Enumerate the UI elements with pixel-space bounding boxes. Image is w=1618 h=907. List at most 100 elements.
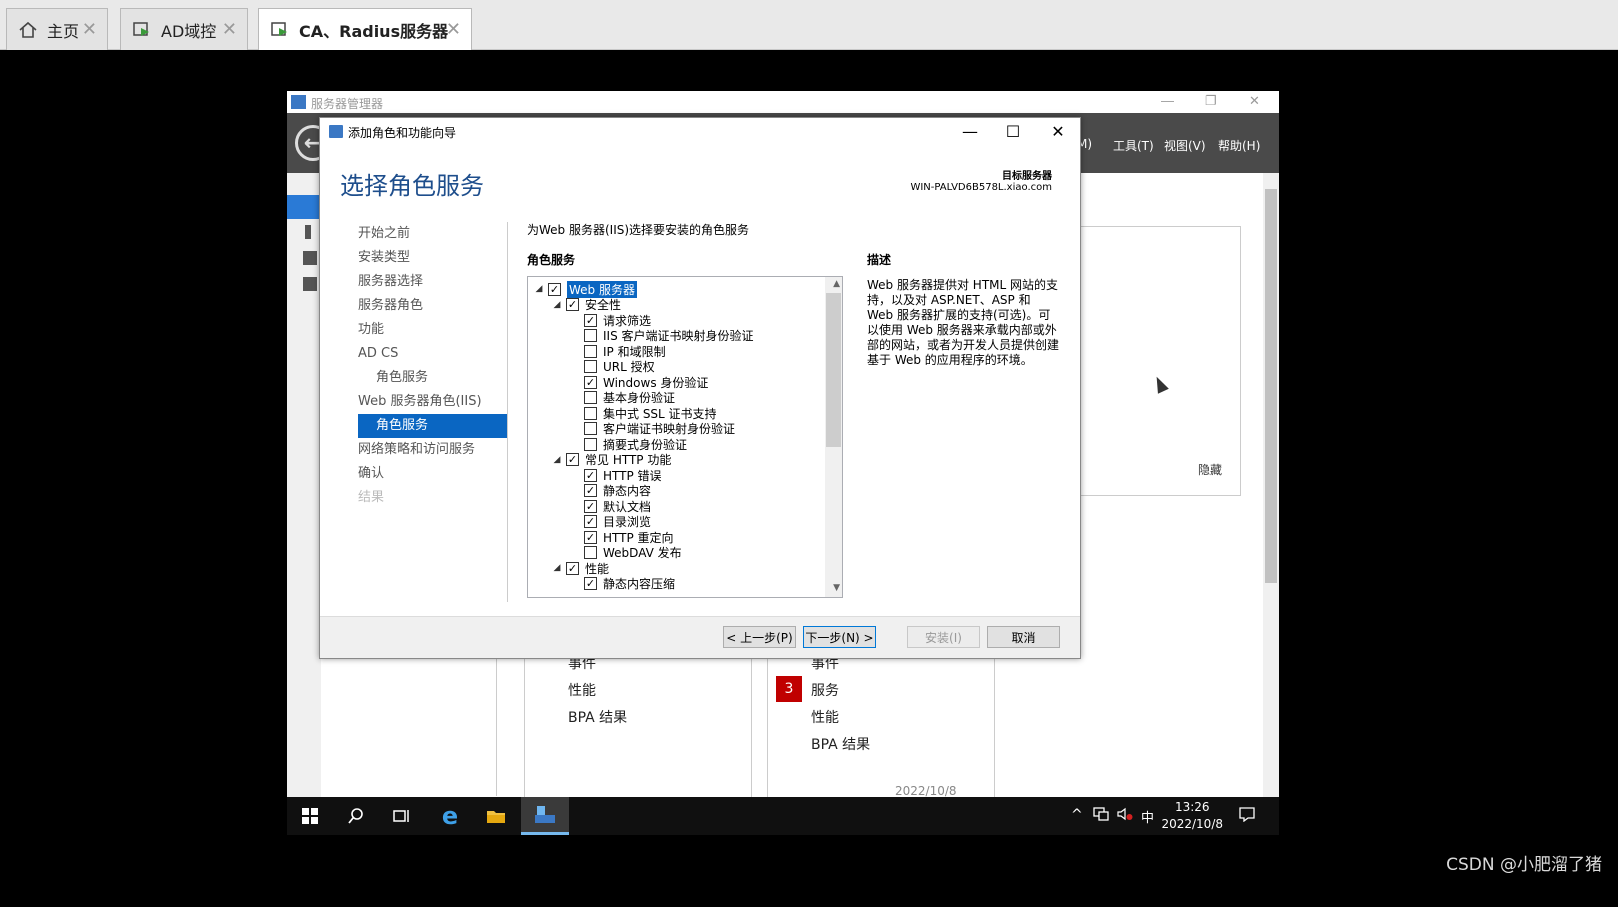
internet-explorer-icon[interactable]: e [427, 797, 473, 835]
tree-item[interactable]: ✓ 默认文档 [570, 498, 651, 514]
minimize-icon[interactable]: — [1161, 93, 1174, 108]
volume-muted-icon[interactable] [1117, 807, 1133, 825]
host-tab-home[interactable]: 主页 ✕ [6, 8, 108, 50]
checkbox[interactable]: ✓ [584, 468, 597, 482]
menu-view[interactable]: 视图(V) [1164, 137, 1206, 154]
tree-item[interactable]: 集中式 SSL 证书支持 [570, 405, 717, 421]
tile-item[interactable]: BPA 结果 [811, 734, 870, 754]
taskbar-clock[interactable]: 13:26 2022/10/8 [1161, 799, 1223, 833]
checkbox[interactable] [584, 391, 597, 404]
wizard-step[interactable]: 服务器角色 [358, 294, 508, 318]
server-manager-taskbar-icon[interactable] [521, 797, 569, 835]
host-tab-ca-radius[interactable]: CA、Radius服务器 ✕ [258, 8, 472, 50]
close-icon[interactable]: ✕ [446, 19, 461, 40]
maximize-icon[interactable]: ☐ [1003, 122, 1023, 142]
tree-item[interactable]: 基本身份验证 [570, 390, 675, 406]
checkbox[interactable]: ✓ [584, 484, 597, 497]
wizard-step[interactable]: 安装类型 [358, 246, 508, 270]
tree-item[interactable]: ✓ 静态内容压缩 [570, 576, 675, 592]
close-icon[interactable]: ✕ [1048, 122, 1068, 142]
network-icon[interactable] [1093, 807, 1109, 825]
expand-arrow-icon[interactable]: ◢ [552, 455, 562, 465]
info-icon[interactable] [305, 225, 311, 239]
tree-item[interactable]: IIS 客户端证书映射身份验证 [570, 328, 754, 344]
checkbox[interactable]: ✓ [548, 282, 561, 296]
tree-item[interactable]: IP 和域限制 [570, 343, 666, 359]
wizard-step[interactable]: 确认 [358, 462, 508, 486]
checkbox[interactable] [584, 360, 597, 373]
tree-item[interactable]: 摘要式身份验证 [570, 436, 687, 452]
wizard-step[interactable]: 角色服务 [358, 366, 508, 390]
cancel-button[interactable]: 取消 [987, 626, 1060, 648]
servers-icon[interactable] [303, 251, 317, 265]
expand-arrow-icon[interactable]: ◢ [552, 563, 562, 573]
checkbox[interactable]: ✓ [566, 298, 579, 311]
tree-item[interactable]: ◢ ✓ 安全性 [552, 297, 621, 313]
hide-link[interactable]: 隐藏 [1198, 461, 1222, 478]
menu-tools[interactable]: 工具(T) [1113, 137, 1154, 154]
menu-help[interactable]: 帮助(H) [1218, 137, 1260, 154]
checkbox[interactable] [584, 422, 597, 435]
tree-item[interactable]: ✓ 静态内容 [570, 483, 651, 499]
ime-indicator[interactable]: 中 [1141, 807, 1154, 826]
close-icon[interactable]: ✕ [1249, 93, 1260, 109]
checkbox[interactable] [584, 437, 597, 451]
checkbox[interactable]: ✓ [584, 375, 597, 389]
search-icon[interactable] [333, 797, 379, 835]
chevron-up-icon[interactable]: ^ [1071, 807, 1083, 823]
tree-item[interactable]: ✓ HTTP 错误 [570, 467, 662, 483]
wizard-step[interactable]: 功能 [358, 318, 508, 342]
wizard-step[interactable]: AD CS [358, 342, 508, 366]
roles-icon[interactable] [303, 277, 317, 291]
checkbox[interactable]: ✓ [566, 453, 579, 466]
tree-scrollbar[interactable]: ▲ ▼ [825, 277, 842, 597]
minimize-icon[interactable]: — [960, 122, 980, 142]
role-services-tree[interactable]: ▲ ▼ ◢ ✓ Web 服务器 ◢ ✓ 安全性 ✓ 请求筛选 IIS 客户端证书映射身份验证 IP… [527, 276, 843, 598]
tile-item[interactable]: 性能 [811, 707, 839, 727]
tile-item[interactable]: BPA 结果 [568, 707, 627, 727]
dashboard-icon[interactable] [287, 195, 321, 219]
tile-item[interactable]: 性能 [568, 680, 596, 700]
chevron-up-icon[interactable]: ▲ [833, 279, 840, 289]
checkbox[interactable]: ✓ [584, 499, 597, 513]
close-icon[interactable]: ✕ [82, 19, 97, 40]
checkbox[interactable] [584, 329, 597, 342]
wizard-step[interactable]: 角色服务 [358, 414, 508, 438]
tree-scroll-thumb[interactable] [826, 293, 841, 447]
task-view-icon[interactable] [379, 797, 425, 835]
checkbox[interactable]: ✓ [566, 561, 579, 575]
scrollbar-thumb[interactable] [1265, 189, 1277, 583]
expand-arrow-icon[interactable]: ◢ [534, 284, 544, 294]
tree-item[interactable]: ✓ 请求筛选 [570, 312, 651, 328]
file-explorer-icon[interactable] [473, 797, 519, 835]
checkbox[interactable]: ✓ [584, 313, 597, 327]
chevron-down-icon[interactable]: ▼ [833, 583, 840, 593]
install-button[interactable]: 安装(I) [907, 626, 980, 648]
wizard-step[interactable]: 网络策略和访问服务 [358, 438, 508, 462]
previous-button[interactable]: < 上一步(P) [723, 626, 796, 648]
restore-icon[interactable]: ❐ [1205, 93, 1217, 109]
host-tab-ad[interactable]: AD域控 ✕ [120, 8, 248, 50]
tree-item[interactable]: ◢ ✓ 性能 [552, 560, 609, 576]
windows-start-icon[interactable] [287, 797, 333, 835]
wizard-step[interactable]: 服务器选择 [358, 270, 508, 294]
next-button[interactable]: 下一步(N) > [803, 626, 876, 648]
expand-arrow-icon[interactable]: ◢ [552, 300, 562, 310]
main-scrollbar[interactable] [1263, 173, 1279, 797]
close-icon[interactable]: ✕ [222, 19, 237, 40]
tree-item[interactable]: ✓ 目录浏览 [570, 514, 651, 530]
tree-item[interactable]: URL 授权 [570, 359, 655, 375]
tree-item[interactable]: ✓ HTTP 重定向 [570, 529, 674, 545]
checkbox[interactable]: ✓ [584, 515, 597, 528]
tree-item[interactable]: 客户端证书映射身份验证 [570, 421, 735, 437]
checkbox[interactable] [584, 546, 597, 559]
checkbox[interactable]: ✓ [584, 577, 597, 590]
tree-item[interactable]: ◢ ✓ Web 服务器 [534, 280, 637, 298]
wizard-step[interactable]: 开始之前 [358, 222, 508, 246]
checkbox[interactable] [584, 344, 597, 358]
tree-item[interactable]: WebDAV 发布 [570, 545, 682, 561]
tree-item[interactable]: ✓ Windows 身份验证 [570, 374, 708, 390]
tree-item[interactable]: ◢ ✓ 常见 HTTP 功能 [552, 452, 671, 468]
checkbox[interactable] [584, 406, 597, 420]
checkbox[interactable]: ✓ [584, 530, 597, 544]
